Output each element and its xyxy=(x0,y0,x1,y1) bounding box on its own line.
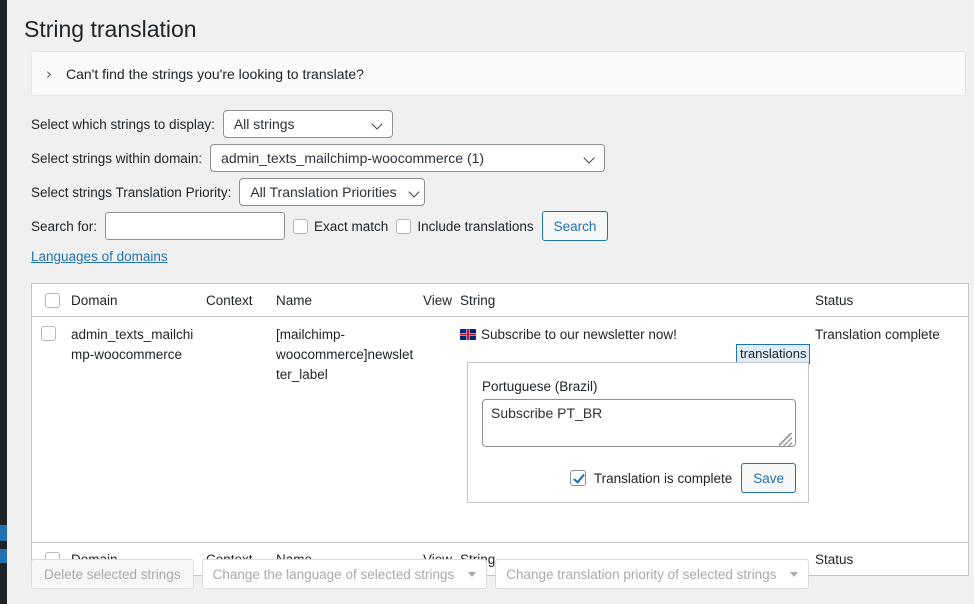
display-filter-value: All strings xyxy=(234,116,360,132)
bulk-actions-toolbar: Delete selected strings Change the langu… xyxy=(31,559,809,589)
column-header-status[interactable]: Status xyxy=(815,293,968,308)
chevron-down-icon xyxy=(790,572,798,577)
cell-context xyxy=(206,325,276,542)
chevron-down-icon xyxy=(584,152,596,164)
translation-complete-checkbox[interactable] xyxy=(570,470,586,486)
translation-complete-label: Translation is complete xyxy=(594,471,732,486)
filter-row-domain: Select strings within domain: admin_text… xyxy=(31,144,951,172)
delete-selected-strings-button[interactable]: Delete selected strings xyxy=(31,559,194,589)
chevron-down-icon xyxy=(409,186,421,198)
chevron-right-icon: › xyxy=(32,65,66,83)
select-all-checkbox-top[interactable] xyxy=(45,293,60,308)
help-accordion-label: Can't find the strings you're looking to… xyxy=(66,66,364,82)
filters-area: Select which strings to display: All str… xyxy=(31,110,951,246)
domain-filter-select[interactable]: admin_texts_mailchimp-woocommerce (1) xyxy=(210,144,605,172)
change-language-select-label: Change the language of selected strings xyxy=(213,567,455,582)
sidebar-accent-1 xyxy=(0,525,7,541)
cell-name: [mailchimp-woocommerce]newsletter_label xyxy=(276,325,423,542)
exact-match-label: Exact match xyxy=(314,219,388,234)
domain-filter-value: admin_texts_mailchimp-woocommerce (1) xyxy=(221,150,572,166)
cell-domain: admin_texts_mailchimp-woocommerce xyxy=(71,325,206,542)
languages-of-domains-link[interactable]: Languages of domains xyxy=(31,249,168,264)
uk-flag-icon xyxy=(460,329,476,340)
display-filter-select[interactable]: All strings xyxy=(223,110,393,138)
row-checkbox-cell xyxy=(32,325,71,542)
page-content: String translation › Can't find the stri… xyxy=(7,0,974,604)
column-footer-status[interactable]: Status xyxy=(815,552,968,567)
translation-textarea[interactable]: Subscribe PT_BR xyxy=(482,399,796,447)
change-language-select[interactable]: Change the language of selected strings xyxy=(202,559,488,589)
change-priority-select[interactable]: Change translation priority of selected … xyxy=(495,559,809,589)
translation-editor-panel: Portuguese (Brazil) Subscribe PT_BR Tran… xyxy=(467,362,809,503)
include-translations-checkbox[interactable] xyxy=(396,219,411,234)
include-translations-label: Include translations xyxy=(417,219,533,234)
sidebar-accent-2 xyxy=(0,549,7,563)
search-input[interactable] xyxy=(105,212,285,240)
filter-row-display: Select which strings to display: All str… xyxy=(31,110,951,138)
column-header-view[interactable]: View xyxy=(423,293,460,308)
cell-status: Translation complete xyxy=(815,325,968,542)
wp-admin-sidebar-strip xyxy=(0,0,7,604)
translations-highlight-tag[interactable]: translations xyxy=(736,344,810,364)
column-header-domain[interactable]: Domain xyxy=(71,293,206,308)
cell-view xyxy=(423,325,460,542)
save-button[interactable]: Save xyxy=(741,463,796,493)
column-header-string[interactable]: String xyxy=(460,293,815,308)
column-header-context[interactable]: Context xyxy=(206,293,276,308)
resize-handle-icon[interactable] xyxy=(779,433,792,446)
row-select-checkbox[interactable] xyxy=(41,326,56,341)
source-string-text: Subscribe to our newsletter now! xyxy=(481,327,677,342)
priority-filter-select[interactable]: All Translation Priorities xyxy=(239,178,425,206)
chevron-down-icon xyxy=(468,572,476,577)
chevron-down-icon xyxy=(372,118,384,130)
select-all-checkbox-top-cell xyxy=(32,293,71,308)
change-priority-select-label: Change translation priority of selected … xyxy=(506,567,776,582)
exact-match-checkbox[interactable] xyxy=(293,219,308,234)
translation-language-label: Portuguese (Brazil) xyxy=(482,379,598,394)
filter-row-search: Search for: Exact match Include translat… xyxy=(31,212,951,240)
priority-filter-value: All Translation Priorities xyxy=(250,184,396,200)
column-header-name[interactable]: Name xyxy=(276,293,423,308)
search-button[interactable]: Search xyxy=(542,211,609,241)
table-header-row: Domain Context Name View String Status xyxy=(32,284,968,317)
filter-row-priority: Select strings Translation Priority: All… xyxy=(31,178,951,206)
help-accordion[interactable]: › Can't find the strings you're looking … xyxy=(31,51,966,96)
display-filter-label: Select which strings to display: xyxy=(31,117,215,132)
translation-actions: Translation is complete Save xyxy=(570,463,796,493)
search-label: Search for: xyxy=(31,219,97,234)
string-translation-page: String translation › Can't find the stri… xyxy=(0,0,974,604)
priority-filter-label: Select strings Translation Priority: xyxy=(31,185,231,200)
page-title: String translation xyxy=(7,0,974,54)
domain-filter-label: Select strings within domain: xyxy=(31,151,202,166)
